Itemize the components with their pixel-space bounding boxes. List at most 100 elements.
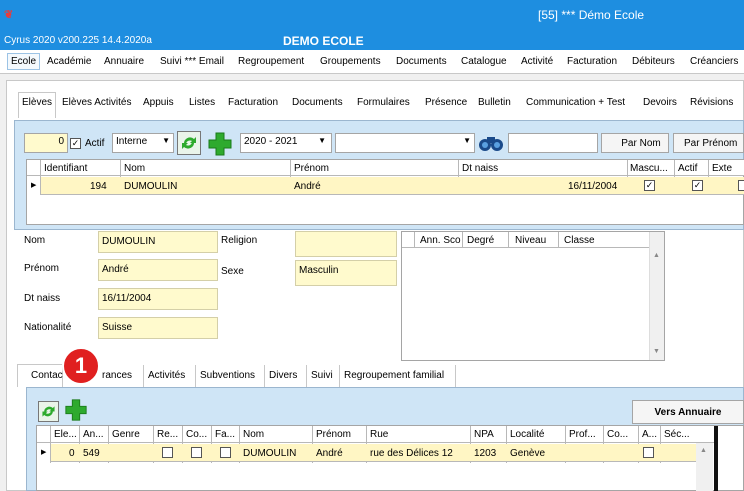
menu-facturation[interactable]: Facturation <box>567 56 617 67</box>
scroll-down-icon[interactable]: ▼ <box>653 348 660 355</box>
col-a[interactable]: A... <box>642 429 657 440</box>
menu-annuaire[interactable]: Annuaire <box>104 56 144 67</box>
dtnaiss-field[interactable]: 16/11/2004 <box>98 288 218 310</box>
add-icon[interactable] <box>64 398 88 422</box>
col-masculin[interactable]: Mascu... <box>630 163 668 174</box>
refresh-icon[interactable] <box>177 131 201 155</box>
nationalite-label: Nationalité <box>24 322 72 333</box>
tab-formulaires[interactable]: Formulaires <box>357 97 410 108</box>
nom-label: Nom <box>24 235 46 246</box>
menu-debiteurs[interactable]: Débiteurs <box>632 56 675 67</box>
menu-regroupement[interactable]: Regroupement <box>238 56 304 67</box>
refresh-icon[interactable] <box>38 401 59 422</box>
cell-identifiant: 194 <box>90 181 107 192</box>
col-fa[interactable]: Fa... <box>215 429 235 440</box>
tab-bulletin[interactable]: Bulletin <box>478 97 511 108</box>
tab-facturation[interactable]: Facturation <box>228 97 278 108</box>
col-co2[interactable]: Co... <box>607 429 628 440</box>
col-prof[interactable]: Prof... <box>569 429 596 440</box>
cell-npa: 1203 <box>474 448 497 459</box>
nationalite-field[interactable]: Suisse <box>98 317 218 339</box>
cell-dt-naiss: 16/11/2004 <box>568 181 618 192</box>
col-exte[interactable]: Exte <box>712 163 732 174</box>
tab-communication-test[interactable]: Communication + Test <box>526 97 625 108</box>
tab-divers[interactable]: Divers <box>269 370 297 381</box>
tab-listes[interactable]: Listes <box>189 97 215 108</box>
col-an[interactable]: An... <box>83 429 104 440</box>
col-co[interactable]: Co... <box>186 429 207 440</box>
tab-eleves[interactable]: Elèves <box>22 97 52 108</box>
scroll-up-icon[interactable]: ▲ <box>700 447 707 454</box>
type-value: Interne <box>116 136 148 147</box>
chevron-down-icon: ▼ <box>463 136 471 145</box>
col-ann-sco[interactable]: Ann. Sco <box>420 235 461 246</box>
tab-subventions[interactable]: Subventions <box>200 370 255 381</box>
search-select[interactable]: ▼ <box>335 133 475 153</box>
menu-activite[interactable]: Activité <box>521 56 553 67</box>
search-by-firstname-button[interactable]: Par Prénom <box>673 133 744 153</box>
col-npa[interactable]: NPA <box>474 429 494 440</box>
col-identifiant[interactable]: Identifiant <box>44 163 87 174</box>
splitter[interactable] <box>714 426 718 491</box>
religion-field[interactable] <box>295 231 397 257</box>
tab-devoirs[interactable]: Devoirs <box>643 97 677 108</box>
col-niveau[interactable]: Niveau <box>515 235 546 246</box>
cell-co-checkbox[interactable] <box>191 447 202 458</box>
cell-actif-checkbox[interactable]: ✓ <box>692 180 703 191</box>
menu-ecole[interactable]: Ecole <box>7 53 41 70</box>
sexe-field[interactable]: Masculin <box>295 260 397 286</box>
menu-catalogue[interactable]: Catalogue <box>461 56 507 67</box>
count-field[interactable]: 0 <box>24 133 68 153</box>
menu-groupements[interactable]: Groupements <box>320 56 381 67</box>
col-ele[interactable]: Ele... <box>54 429 77 440</box>
add-icon[interactable] <box>207 131 233 157</box>
tab-documents[interactable]: Documents <box>292 97 343 108</box>
tab-appuis[interactable]: Appuis <box>143 97 174 108</box>
search-by-name-button[interactable]: Par Nom <box>601 133 669 153</box>
tab-assurances[interactable]: rances <box>102 370 132 381</box>
menu-academie[interactable]: Académie <box>47 56 91 67</box>
col-sec[interactable]: Séc... <box>664 429 690 440</box>
actif-checkbox[interactable]: ✓ <box>70 138 81 149</box>
tab-suivi[interactable]: Suivi <box>311 370 333 381</box>
col-prenom[interactable]: Prénom <box>294 163 329 174</box>
cell-a-checkbox[interactable] <box>643 447 654 458</box>
tab-revisions[interactable]: Révisions <box>690 97 733 108</box>
cell-exte-checkbox[interactable] <box>738 180 744 191</box>
scroll-up-icon[interactable]: ▲ <box>653 252 660 259</box>
cell-re-checkbox[interactable] <box>162 447 173 458</box>
app-name: DEMO ECOLE <box>283 34 364 48</box>
cell-masculin-checkbox[interactable]: ✓ <box>644 180 655 191</box>
vers-annuaire-button[interactable]: Vers Annuaire <box>632 400 744 424</box>
tab-presence[interactable]: Présence <box>425 97 467 108</box>
col-nom[interactable]: Nom <box>243 429 264 440</box>
cell-localite: Genève <box>510 448 546 459</box>
tab-regroupement-familial[interactable]: Regroupement familial <box>344 370 444 381</box>
col-dt-naiss[interactable]: Dt naiss <box>462 163 498 174</box>
binoculars-icon[interactable] <box>478 131 504 155</box>
col-prenom[interactable]: Prénom <box>316 429 351 440</box>
cell-fa-checkbox[interactable] <box>220 447 231 458</box>
search-text-input[interactable] <box>508 133 598 153</box>
religion-label: Religion <box>221 235 258 246</box>
type-select[interactable]: Interne ▼ <box>112 133 174 153</box>
col-degre[interactable]: Degré <box>467 235 494 246</box>
col-rue[interactable]: Rue <box>370 429 388 440</box>
col-localite[interactable]: Localité <box>510 429 544 440</box>
tab-eleves-activites[interactable]: Elèves Activités <box>62 97 131 108</box>
col-re[interactable]: Re... <box>157 429 178 440</box>
col-genre[interactable]: Genre <box>112 429 140 440</box>
cell-ele: 0 <box>69 448 75 459</box>
col-classe[interactable]: Classe <box>564 235 595 246</box>
tab-contacts[interactable]: Contac <box>31 370 63 381</box>
cell-prenom: André <box>316 448 343 459</box>
col-actif[interactable]: Actif <box>678 163 697 174</box>
menu-creanciers[interactable]: Créanciers <box>690 56 738 67</box>
year-select[interactable]: 2020 - 2021 ▼ <box>240 133 332 153</box>
nom-field[interactable]: DUMOULIN <box>98 231 218 253</box>
tab-activites[interactable]: Activités <box>148 370 185 381</box>
prenom-field[interactable]: André <box>98 259 218 281</box>
menu-suivi-email[interactable]: Suivi *** Email <box>160 56 224 67</box>
col-nom[interactable]: Nom <box>124 163 145 174</box>
menu-documents[interactable]: Documents <box>396 56 447 67</box>
